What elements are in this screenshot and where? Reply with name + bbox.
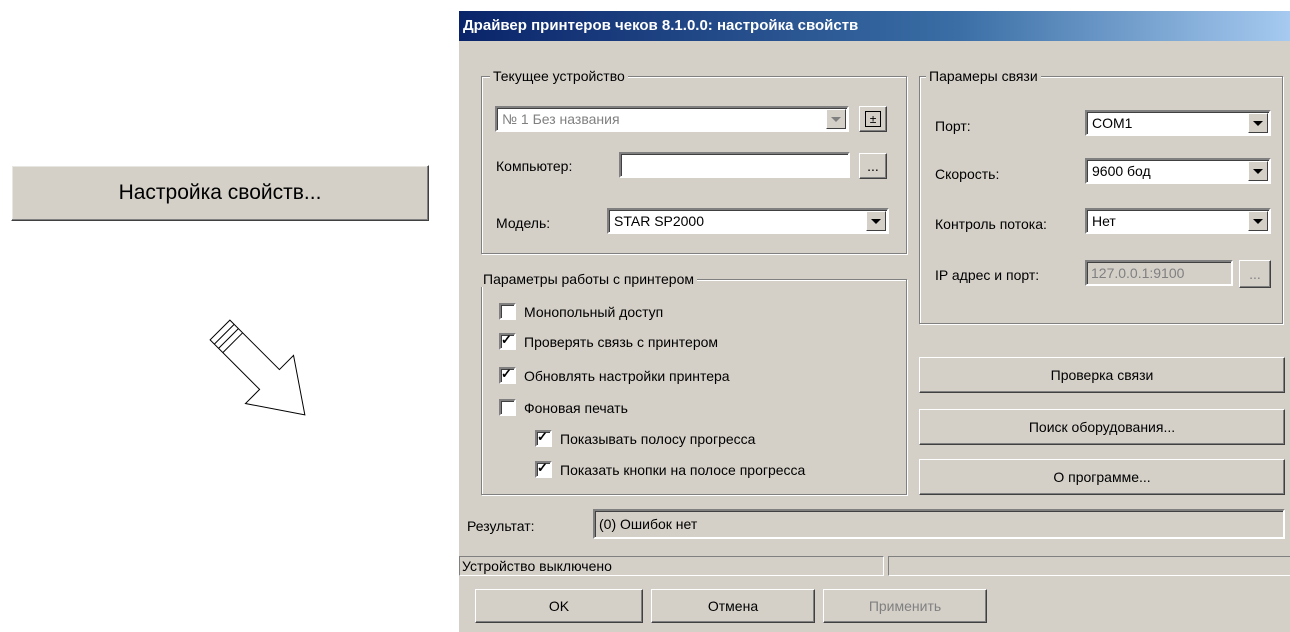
flow-control-value: Нет — [1092, 213, 1116, 229]
plus-minus-icon: ± — [865, 111, 881, 127]
status-bar: Устройство выключено — [459, 556, 1290, 576]
model-select[interactable]: STAR SP2000 — [607, 208, 889, 234]
checkbox-label: Монопольный доступ — [524, 303, 664, 320]
status-text: Устройство выключено — [459, 556, 884, 576]
checkbox-box[interactable] — [499, 399, 516, 416]
model-dropdown-button[interactable] — [866, 211, 886, 231]
check-connection-checkbox[interactable]: ✓ Проверять связь с принтером — [499, 332, 719, 350]
exclusive-access-checkbox[interactable]: Монопольный доступ — [499, 303, 663, 320]
speed-select-value: 9600 бод — [1092, 163, 1151, 179]
ip-value: 127.0.0.1:9100 — [1091, 265, 1185, 281]
device-add-remove-button[interactable]: ± — [859, 106, 887, 132]
check-connection-button[interactable]: Проверка связи — [919, 357, 1285, 393]
port-select[interactable]: COM1 — [1085, 110, 1271, 136]
chevron-down-icon — [831, 116, 841, 122]
check-icon: ✓ — [501, 332, 512, 347]
status-pane-secondary — [888, 556, 1290, 576]
device-select-value: № 1 Без названия — [502, 111, 620, 127]
settings-launch-button[interactable]: Настройка свойств... — [11, 165, 429, 221]
about-label: О программе... — [1053, 469, 1151, 485]
properties-dialog: Драйвер принтеров чеков 8.1.0.0: настрой… — [458, 10, 1290, 632]
checkbox-box[interactable]: ✓ — [535, 429, 552, 447]
show-progress-checkbox[interactable]: ✓ Показывать полосу прогресса — [535, 429, 756, 447]
computer-browse-button[interactable]: ... — [859, 153, 887, 179]
flow-control-select[interactable]: Нет — [1085, 208, 1271, 234]
model-select-value: STAR SP2000 — [614, 213, 705, 229]
flow-control-label: Контроль потока: — [935, 216, 1047, 232]
search-equipment-label: Поиск оборудования... — [1028, 419, 1176, 435]
port-dropdown-button[interactable] — [1248, 113, 1268, 133]
result-label: Результат: — [467, 518, 535, 534]
browse-label: ... — [867, 158, 879, 174]
connection-group-title: Парамеры связи — [926, 68, 1041, 84]
speed-label: Скорость: — [935, 166, 1000, 182]
flow-control-dropdown-button[interactable] — [1248, 211, 1268, 231]
show-progress-buttons-checkbox[interactable]: ✓ Показать кнопки на полосе прогресса — [535, 460, 806, 478]
port-select-value: COM1 — [1092, 115, 1133, 131]
cancel-button[interactable]: Отмена — [651, 589, 815, 623]
device-select[interactable]: № 1 Без названия — [495, 106, 849, 132]
search-equipment-button[interactable]: Поиск оборудования... — [919, 409, 1285, 445]
arrow-icon — [190, 300, 350, 443]
ok-button[interactable]: OK — [475, 589, 643, 623]
speed-dropdown-button[interactable] — [1248, 161, 1268, 181]
ip-browse-label: ... — [1249, 266, 1261, 282]
chevron-down-icon — [1253, 218, 1263, 224]
current-device-group-title: Текущее устройство — [490, 68, 628, 84]
speed-select[interactable]: 9600 бод — [1085, 158, 1271, 184]
check-connection-label: Проверка связи — [1050, 367, 1154, 383]
printer-params-group-title: Параметры работы с принтером — [480, 271, 697, 287]
checkbox-box[interactable]: ✓ — [499, 366, 516, 384]
checkbox-label: Проверять связь с принтером — [524, 333, 719, 350]
checkbox-box[interactable]: ✓ — [535, 460, 552, 478]
check-icon: ✓ — [537, 460, 548, 475]
checkbox-box[interactable] — [499, 303, 516, 320]
apply-label: Применить — [868, 598, 942, 614]
chevron-down-icon — [871, 218, 881, 224]
checkbox-label: Показывать полосу прогресса — [560, 430, 756, 447]
ok-label: OK — [548, 598, 570, 614]
computer-label: Компьютер: — [496, 158, 573, 174]
chevron-down-icon — [1253, 120, 1263, 126]
ip-label: IP адрес и порт: — [935, 267, 1040, 283]
result-field: (0) Ошибок нет — [593, 509, 1285, 539]
computer-input[interactable] — [619, 152, 850, 178]
dialog-title: Драйвер принтеров чеков 8.1.0.0: настрой… — [459, 11, 1290, 41]
model-label: Модель: — [496, 215, 551, 231]
ip-browse-button[interactable]: ... — [1239, 260, 1271, 288]
ip-input[interactable]: 127.0.0.1:9100 — [1085, 260, 1233, 286]
checkbox-box[interactable]: ✓ — [499, 332, 516, 350]
apply-button[interactable]: Применить — [823, 589, 987, 623]
update-settings-checkbox[interactable]: ✓ Обновлять настройки принтера — [499, 366, 730, 384]
cancel-label: Отмена — [707, 598, 759, 614]
check-icon: ✓ — [501, 366, 512, 381]
result-value: (0) Ошибок нет — [599, 516, 698, 532]
check-icon: ✓ — [537, 429, 548, 444]
device-dropdown-button[interactable] — [826, 109, 846, 129]
checkbox-label: Показать кнопки на полосе прогресса — [560, 461, 806, 478]
port-label: Порт: — [935, 118, 971, 134]
checkbox-label: Обновлять настройки принтера — [524, 367, 730, 384]
chevron-down-icon — [1253, 168, 1263, 174]
about-button[interactable]: О программе... — [919, 459, 1285, 495]
background-print-checkbox[interactable]: Фоновая печать — [499, 399, 628, 416]
checkbox-label: Фоновая печать — [524, 399, 628, 416]
